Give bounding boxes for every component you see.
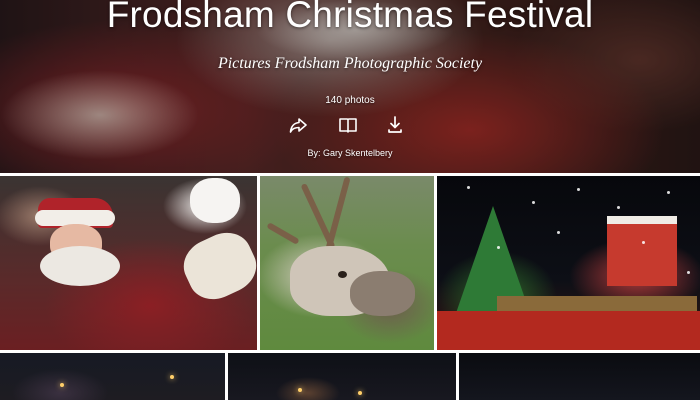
share-arrow-icon — [289, 118, 307, 133]
album-actions — [0, 115, 700, 135]
album-hero: Frodsham Christmas Festival Pictures Fro… — [0, 0, 700, 173]
photo-reindeer[interactable] — [260, 176, 434, 350]
slideshow-button[interactable] — [338, 115, 358, 135]
photo-street-night[interactable] — [0, 353, 225, 400]
album-author: By: Gary Skentelbery — [307, 148, 393, 158]
download-icon — [388, 116, 402, 133]
photo-christmas-float[interactable] — [437, 176, 700, 350]
photo-santa[interactable] — [0, 176, 257, 350]
photo-count: 140 photos — [325, 95, 375, 106]
album-description: Pictures Frodsham Photographic Society — [217, 55, 483, 72]
open-book-icon — [339, 118, 357, 133]
album-title: Frodsham Christmas Festival — [106, 0, 594, 35]
photo-snow-night[interactable] — [459, 353, 700, 400]
download-button[interactable] — [385, 115, 405, 135]
photo-street-night[interactable] — [228, 353, 456, 400]
share-button[interactable] — [288, 115, 308, 135]
